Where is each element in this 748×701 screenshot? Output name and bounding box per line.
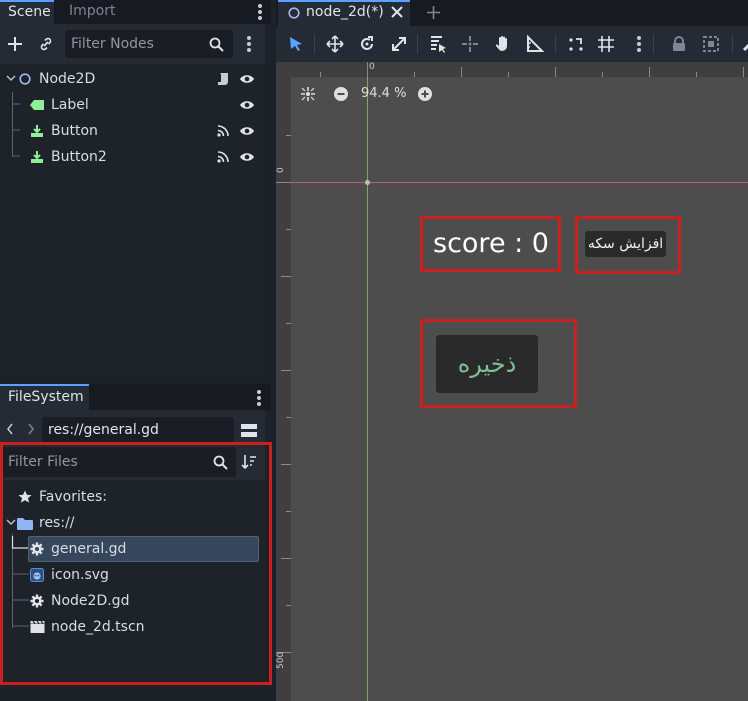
tab-title: node_2d(*) — [306, 4, 384, 20]
ruler-top: 0 — [276, 62, 748, 77]
pivot-icon[interactable] — [460, 34, 480, 54]
ruler-left-zero: 0 — [276, 167, 286, 173]
left-dock: Scene Import Filter Nodes Node2D Label B… — [0, 0, 272, 701]
node2d-icon — [288, 7, 300, 19]
ruler-icon[interactable] — [525, 34, 545, 54]
lock-icon[interactable] — [669, 34, 689, 54]
editor-toolbar — [276, 26, 748, 62]
center-view-icon[interactable] — [300, 86, 316, 102]
signal-icon[interactable] — [217, 125, 229, 137]
tab-import[interactable]: Import — [61, 0, 123, 24]
tree-item-button[interactable]: Button — [2, 118, 265, 144]
search-icon — [209, 37, 224, 52]
button-icon — [30, 124, 44, 138]
ruler-left-500: 500 — [276, 651, 286, 669]
scale-mode-icon[interactable] — [389, 34, 409, 54]
highlight-box-filesystem — [0, 442, 272, 685]
add-tab-icon[interactable] — [426, 5, 441, 20]
tree-item-label: Node2D — [39, 71, 96, 87]
node2d-icon — [19, 73, 31, 85]
tree-item-label: Button — [51, 123, 98, 139]
scene-toolbar: Filter Nodes — [0, 24, 265, 64]
tab-node-2d[interactable]: node_2d(*) — [278, 0, 410, 26]
grid-snap-icon[interactable] — [596, 34, 616, 54]
snap-options-icon[interactable] — [637, 36, 641, 54]
scene-tabbar: Scene Import — [0, 0, 271, 24]
visibility-eye-icon[interactable] — [239, 98, 255, 112]
label-icon — [30, 100, 44, 110]
visibility-eye-icon[interactable] — [239, 124, 255, 138]
tree-item-label: Button2 — [51, 149, 107, 165]
tab-filesystem[interactable]: FileSystem — [0, 384, 89, 410]
highlight-box-increase — [575, 216, 681, 274]
selectable-nodes-icon[interactable] — [428, 34, 448, 54]
ruler-left: 0 500 — [276, 77, 291, 701]
filesystem-dock-menu-icon[interactable] — [257, 390, 261, 408]
tab-scene[interactable]: Scene — [0, 0, 54, 24]
button-icon — [30, 150, 44, 164]
move-mode-icon[interactable] — [325, 34, 345, 54]
skeleton-icon[interactable] — [740, 34, 748, 54]
visibility-eye-icon[interactable] — [239, 150, 255, 164]
scene-dock-menu-icon[interactable] — [258, 4, 262, 22]
visibility-eye-icon[interactable] — [239, 72, 255, 86]
close-icon[interactable] — [391, 6, 403, 18]
path-field[interactable]: res://general.gd — [42, 417, 234, 443]
tree-item-label: Label — [51, 97, 89, 113]
tree-item-node2d[interactable]: Node2D — [2, 66, 265, 92]
signal-icon[interactable] — [217, 151, 229, 163]
filter-nodes-input[interactable]: Filter Nodes — [65, 30, 233, 58]
script-icon[interactable] — [216, 72, 230, 86]
canvas-viewport[interactable]: 0 0 500 94.4 % score : 0 افزایش سکه ذخیر… — [276, 62, 748, 701]
add-node-icon[interactable] — [7, 36, 23, 52]
smart-snap-icon[interactable] — [566, 34, 586, 54]
group-icon[interactable] — [701, 34, 721, 54]
zoom-level[interactable]: 94.4 % — [361, 85, 406, 103]
chevron-down-icon[interactable] — [6, 75, 16, 83]
rotate-mode-icon[interactable] — [357, 34, 377, 54]
highlight-box-save — [420, 319, 577, 408]
editor-tabbar: node_2d(*) — [276, 0, 748, 26]
zoom-out-icon[interactable] — [333, 86, 349, 102]
split-view-icon[interactable] — [241, 423, 257, 439]
pan-hand-icon[interactable] — [493, 34, 513, 54]
forward-arrow-icon[interactable] — [27, 423, 35, 435]
zoom-in-icon[interactable] — [417, 86, 433, 102]
back-arrow-icon[interactable] — [6, 423, 14, 435]
highlight-box-score — [420, 216, 561, 272]
tree-item-label-node[interactable]: Label — [2, 92, 265, 118]
select-mode-icon[interactable] — [286, 34, 306, 54]
ruler-top-zero: 0 — [369, 62, 375, 72]
filesystem-pathbar: res://general.gd — [0, 410, 265, 444]
scene-tree: Node2D Label Button Button2 — [2, 64, 265, 374]
filesystem-tabbar: FileSystem — [0, 384, 271, 410]
scene-options-icon[interactable] — [247, 36, 251, 54]
link-icon[interactable] — [38, 36, 54, 52]
tree-item-button2[interactable]: Button2 — [2, 144, 265, 170]
